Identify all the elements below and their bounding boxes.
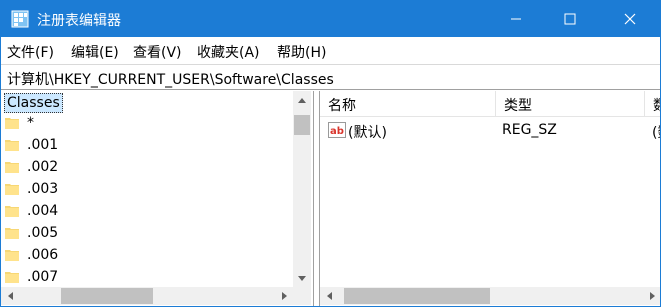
- tree-item-selected[interactable]: Classes: [4, 93, 63, 113]
- tree-item[interactable]: .007: [1, 267, 293, 287]
- title-bar[interactable]: 注册表编辑器: [1, 1, 660, 37]
- minimize-button[interactable]: [493, 1, 539, 37]
- column-header-data[interactable]: 数: [645, 91, 660, 117]
- folder-icon: [5, 272, 19, 283]
- menu-help[interactable]: 帮助(H): [277, 42, 326, 62]
- column-header-name[interactable]: 名称: [320, 91, 496, 117]
- chevron-right-icon: [281, 292, 287, 300]
- scroll-left-button[interactable]: [320, 287, 338, 305]
- registry-editor-window: 注册表编辑器 文件(F) 编辑(E) 查看(V) 收藏夹(A) 帮助(H) 计算…: [0, 0, 661, 307]
- tree-item-label: .003: [27, 181, 59, 197]
- tree-item[interactable]: *: [1, 113, 293, 135]
- menu-bar: 文件(F) 编辑(E) 查看(V) 收藏夹(A) 帮助(H): [1, 37, 660, 64]
- tree-item-label: .001: [27, 137, 59, 153]
- tree-item[interactable]: .004: [1, 201, 293, 223]
- list-header: 名称 类型 数: [320, 91, 660, 117]
- scroll-thumb[interactable]: [61, 288, 153, 304]
- registry-editor-app-icon: [11, 10, 29, 28]
- scroll-thumb[interactable]: [294, 115, 310, 135]
- tree-item-label: .007: [27, 269, 59, 285]
- tree-item[interactable]: .005: [1, 223, 293, 245]
- tree-item[interactable]: .006: [1, 245, 293, 267]
- list-item[interactable]: ab (默认) REG_SZ (数: [320, 119, 660, 141]
- tree-vertical-scrollbar[interactable]: [293, 91, 311, 287]
- tree-item-label: .005: [27, 225, 59, 241]
- column-header-type[interactable]: 类型: [496, 91, 645, 117]
- scroll-left-button[interactable]: [1, 287, 19, 305]
- chevron-right-icon: [649, 292, 655, 300]
- tree-item-label: .006: [27, 247, 59, 263]
- value-type: REG_SZ: [502, 122, 557, 138]
- scroll-right-button[interactable]: [275, 287, 293, 305]
- address-path[interactable]: 计算机\HKEY_CURRENT_USER\Software\Classes: [7, 69, 334, 89]
- folder-icon: [5, 118, 19, 129]
- tree-item[interactable]: .003: [1, 179, 293, 201]
- values-list-pane: 名称 类型 数 ab (默认) REG_SZ (数: [319, 91, 660, 306]
- key-tree: Classes * .001 .002 .003 .004 .005 .006 …: [1, 91, 293, 287]
- menu-view[interactable]: 查看(V): [133, 42, 182, 62]
- maximize-button[interactable]: [547, 1, 593, 37]
- key-tree-pane: Classes * .001 .002 .003 .004 .005 .006 …: [1, 91, 314, 306]
- minimize-icon: [511, 18, 521, 20]
- tree-horizontal-scrollbar[interactable]: [1, 287, 293, 305]
- scroll-up-button[interactable]: [293, 91, 311, 109]
- chevron-up-icon: [298, 97, 306, 103]
- chevron-down-icon: [298, 275, 306, 281]
- chevron-left-icon: [7, 292, 13, 300]
- chevron-left-icon: [326, 292, 332, 300]
- tree-item[interactable]: .002: [1, 157, 293, 179]
- folder-icon: [5, 228, 19, 239]
- tree-item[interactable]: .001: [1, 135, 293, 157]
- svg-text:ab: ab: [330, 126, 344, 137]
- tree-item-label: .002: [27, 159, 59, 175]
- menu-favorites[interactable]: 收藏夹(A): [197, 42, 260, 62]
- window-title: 注册表编辑器: [37, 13, 121, 29]
- tree-item-label: *: [27, 115, 34, 131]
- address-bar[interactable]: 计算机\HKEY_CURRENT_USER\Software\Classes: [1, 64, 660, 90]
- list-horizontal-scrollbar[interactable]: [320, 287, 660, 305]
- folder-icon: [5, 140, 19, 151]
- value-name: (默认): [348, 125, 387, 141]
- maximize-icon: [564, 13, 576, 25]
- folder-icon: [5, 250, 19, 261]
- close-button[interactable]: [607, 1, 653, 37]
- scroll-down-button[interactable]: [293, 269, 311, 287]
- scroll-right-button[interactable]: [643, 287, 660, 305]
- string-value-icon: ab: [328, 122, 346, 138]
- scrollbar-corner: [293, 287, 311, 305]
- folder-icon: [5, 162, 19, 173]
- menu-file[interactable]: 文件(F): [7, 42, 54, 62]
- scroll-thumb[interactable]: [344, 288, 490, 304]
- menu-edit[interactable]: 编辑(E): [71, 42, 119, 62]
- value-data: (数: [652, 125, 660, 141]
- folder-icon: [5, 184, 19, 195]
- tree-item-label: .004: [27, 203, 59, 219]
- folder-icon: [5, 206, 19, 217]
- close-icon: [624, 13, 636, 25]
